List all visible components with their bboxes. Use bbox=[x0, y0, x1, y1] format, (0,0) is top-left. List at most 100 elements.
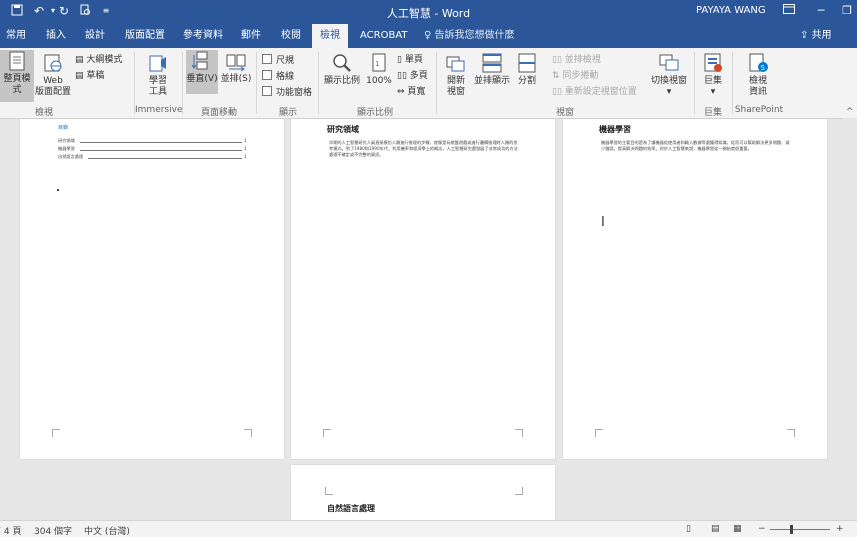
tab-layout[interactable]: 版面配置 bbox=[125, 24, 165, 48]
reset-window-position-button[interactable]: ▯▯ 重新設定視窗位置 bbox=[552, 86, 637, 98]
ribbon-tab-bar: 常用 插入 設計 版面配置 參考資料 郵件 校閱 檢視 ACROBAT ♀ 告訴… bbox=[0, 24, 857, 48]
globe-icon bbox=[42, 52, 64, 74]
new-window-button[interactable]: 開新 視窗 bbox=[440, 52, 472, 102]
crop-mark bbox=[52, 429, 60, 437]
section-heading: 研究領域 bbox=[327, 125, 359, 134]
print-layout-view-icon[interactable]: ▤ bbox=[711, 524, 720, 534]
multiple-pages-button[interactable]: ▯▯ 多頁 bbox=[397, 70, 428, 82]
zoom-slider-track[interactable] bbox=[770, 529, 830, 530]
gridlines-checkbox[interactable]: 格線 bbox=[262, 70, 294, 83]
toc-entry[interactable]: 自然語言處理 bbox=[58, 154, 83, 160]
draft-button[interactable]: ▤ 草稿 bbox=[75, 70, 104, 82]
group-label-immersive: Immersive bbox=[135, 105, 183, 115]
ruler-checkbox[interactable]: 尺規 bbox=[262, 54, 294, 67]
tab-acrobat[interactable]: ACROBAT bbox=[360, 24, 408, 48]
vertical-movement-button[interactable]: 垂直(V) bbox=[186, 50, 218, 94]
document-canvas[interactable]: 目錄 研究領域 1 機器學習 1 自然語言處理 1 研究領域 早期的人工智慧研究… bbox=[0, 119, 843, 525]
synchronous-scrolling-button[interactable]: ⇅ 同步捲動 bbox=[552, 70, 598, 82]
restore-icon[interactable]: ❐ bbox=[838, 3, 856, 19]
crop-mark bbox=[515, 429, 523, 437]
tab-home[interactable]: 常用 bbox=[6, 24, 26, 48]
body-paragraph[interactable]: 早期的人工智慧研究人員直接模仿人類進行推理的步驟，就像是玩棋盤遊戲或進行邏輯推理… bbox=[329, 140, 519, 170]
split-icon bbox=[516, 52, 538, 74]
zoom-slider-thumb[interactable] bbox=[790, 525, 793, 534]
new-window-icon bbox=[445, 52, 467, 74]
language-indicator[interactable]: 中文 (台灣) bbox=[84, 524, 130, 537]
group-label-macros: 巨集 bbox=[703, 108, 722, 118]
tell-me-box[interactable]: ♀ 告訴我您想做什麼 bbox=[424, 24, 515, 48]
svg-text:S: S bbox=[761, 64, 766, 72]
tab-design[interactable]: 設計 bbox=[85, 24, 105, 48]
body-paragraph[interactable]: 機器學習的主要目的是為了讓機器從使用者和輸入數據等處獲得知識，從而可以幫助解決更… bbox=[601, 140, 791, 170]
web-layout-view-icon[interactable]: ▦ bbox=[733, 524, 742, 534]
view-properties-button[interactable]: S 檢視 資訊 bbox=[738, 52, 778, 102]
tab-insert[interactable]: 插入 bbox=[46, 24, 66, 48]
group-label-views: 檢視 bbox=[34, 108, 53, 118]
collapse-ribbon-icon[interactable]: ^ bbox=[846, 106, 854, 118]
toc-leader bbox=[80, 142, 242, 143]
outline-button[interactable]: ▤ 大綱模式 bbox=[75, 54, 122, 66]
page-3[interactable]: 機器學習 機器學習的主要目的是為了讓機器從使用者和輸入數據等處獲得知識，從而可以… bbox=[563, 119, 827, 459]
ribbon: 整頁模式 Web 版面配置 ▤ 大綱模式 ▤ 草稿 檢視 學習 工具 Immer… bbox=[0, 48, 857, 119]
toc-leader bbox=[80, 150, 242, 151]
macros-icon bbox=[702, 52, 724, 74]
learning-tools-icon bbox=[147, 52, 169, 74]
user-name[interactable]: PAYAYA WANG bbox=[696, 5, 766, 16]
toc-entry[interactable]: 機器學習 bbox=[58, 146, 75, 152]
tab-mailings[interactable]: 郵件 bbox=[241, 24, 261, 48]
switch-windows-icon bbox=[658, 52, 680, 74]
zoom-button[interactable]: 顯示比例 bbox=[322, 52, 362, 96]
chevron-down-icon: ▾ bbox=[710, 87, 716, 97]
side-by-side-icon: ▯▯ bbox=[552, 55, 565, 65]
ribbon-display-icon[interactable] bbox=[780, 3, 798, 19]
page-4[interactable]: 自然語言處理 bbox=[291, 465, 555, 525]
page-2[interactable]: 研究領域 早期的人工智慧研究人員直接模仿人類進行推理的步驟，就像是玩棋盤遊戲或進… bbox=[291, 119, 555, 459]
page-1[interactable]: 目錄 研究領域 1 機器學習 1 自然語言處理 1 bbox=[20, 119, 284, 459]
section-heading: 機器學習 bbox=[599, 125, 631, 134]
toc-page-number: 1 bbox=[244, 154, 247, 159]
magnifier-icon bbox=[331, 52, 353, 74]
print-layout-button[interactable]: 整頁模式 bbox=[0, 50, 34, 102]
page-indicator[interactable]: 第 4 頁 bbox=[0, 524, 21, 537]
vertical-scrollbar[interactable] bbox=[843, 118, 857, 520]
tab-review[interactable]: 校閱 bbox=[281, 24, 301, 48]
reset-window-icon: ▯▯ bbox=[552, 87, 565, 97]
outline-icon: ▤ bbox=[75, 55, 87, 65]
zoom-out-icon[interactable]: − bbox=[758, 524, 766, 534]
one-page-button[interactable]: ▯ 單頁 bbox=[397, 54, 423, 66]
zoom-in-icon[interactable]: + bbox=[836, 524, 844, 534]
navigation-pane-checkbox[interactable]: 功能窗格 bbox=[262, 86, 312, 99]
sync-scroll-icon: ⇅ bbox=[552, 71, 563, 81]
toc-entry[interactable]: 研究領域 bbox=[58, 138, 75, 144]
checkbox-icon bbox=[262, 86, 272, 96]
share-button[interactable]: ⇪ 共用 bbox=[800, 24, 832, 48]
view-side-by-side-button[interactable]: ▯▯ 並排檢視 bbox=[552, 54, 601, 66]
checkbox-icon bbox=[262, 54, 272, 64]
arrange-all-button[interactable]: 並排顯示 bbox=[472, 52, 512, 96]
title-bar: ↶ ▾ ↻ ≡ 人工智慧 - Word PAYAYA WANG ─ ❐ bbox=[0, 0, 857, 24]
arrange-all-icon bbox=[481, 52, 503, 74]
page-width-button[interactable]: ⇔ 頁寬 bbox=[397, 86, 425, 98]
macros-button[interactable]: 巨集 ▾ bbox=[698, 52, 728, 102]
learning-tools-button[interactable]: 學習 工具 bbox=[140, 52, 176, 102]
word-count[interactable]: 304 個字 bbox=[34, 524, 72, 537]
toc-page-number: 1 bbox=[244, 146, 247, 151]
one-page-icon: ▯ bbox=[397, 55, 405, 65]
split-button[interactable]: 分割 bbox=[514, 52, 540, 96]
group-label-sharepoint: SharePoint bbox=[734, 105, 784, 115]
sharepoint-icon: S bbox=[747, 52, 769, 74]
tab-references[interactable]: 參考資料 bbox=[183, 24, 223, 48]
web-layout-button[interactable]: Web 版面配置 bbox=[35, 52, 71, 102]
toc-leader bbox=[88, 158, 242, 159]
switch-windows-button[interactable]: 切換視窗 ▾ bbox=[648, 52, 690, 102]
print-layout-icon bbox=[6, 50, 28, 72]
chevron-down-icon: ▾ bbox=[666, 87, 672, 97]
read-mode-icon[interactable]: ▯ bbox=[686, 524, 691, 534]
minimize-icon[interactable]: ─ bbox=[812, 3, 830, 19]
toc-title: 目錄 bbox=[58, 125, 69, 131]
side-to-side-button[interactable]: 並排(S) bbox=[219, 50, 253, 94]
tab-view[interactable]: 檢視 bbox=[312, 24, 348, 48]
separator bbox=[256, 52, 257, 114]
zoom-100-button[interactable]: 1 100% bbox=[364, 52, 394, 96]
crop-mark bbox=[323, 429, 331, 437]
